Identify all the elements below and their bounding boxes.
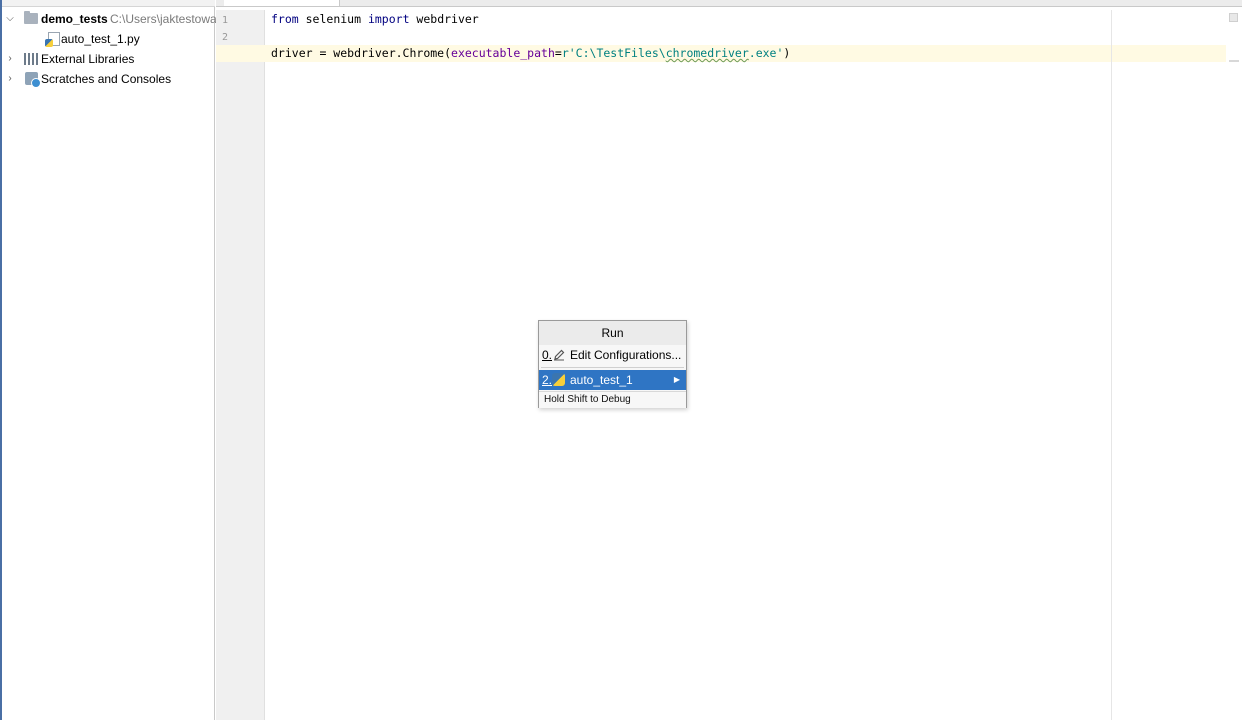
project-name: demo_tests — [41, 12, 108, 26]
string-literal-typo: chromedriver — [665, 46, 749, 60]
run-config-item-auto-test-1[interactable]: 2. auto_test_1 ▶ — [539, 370, 686, 390]
line-number-gutter: 1 2 3 — [216, 10, 265, 720]
code-text: driver = webdriver.Chrome( — [271, 46, 452, 60]
code-text: = — [554, 46, 562, 60]
project-toolbar — [2, 0, 215, 7]
string-literal: r' — [561, 46, 576, 60]
popup-title: Run — [539, 321, 686, 345]
tree-item-scratches[interactable]: › Scratches and Consoles — [2, 69, 215, 89]
separator — [541, 367, 684, 368]
editor-scrollbar[interactable] — [1226, 10, 1240, 720]
submenu-arrow-icon[interactable]: ▶ — [674, 370, 680, 390]
folder-icon — [24, 11, 38, 24]
run-popup: Run 0. Edit Configurations... 2. auto_te… — [538, 320, 687, 408]
line-number: 2 — [222, 32, 229, 43]
external-libraries-label: External Libraries — [41, 52, 135, 66]
code-line-3: driver = webdriver.Chrome(executable_pat… — [271, 45, 790, 62]
parameter-name: executable_path — [451, 46, 555, 60]
mnemonic: 0. — [542, 348, 553, 362]
project-tool-window: ⌵ demo_tests C:\Users\jaktestowa auto_te… — [0, 0, 217, 720]
pencil-icon — [554, 349, 565, 361]
editor-tab[interactable] — [224, 0, 340, 6]
project-path: C:\Users\jaktestowa — [110, 12, 217, 26]
hint-text: Hold Shift to Debug — [544, 394, 631, 405]
code-editor[interactable] — [265, 10, 1242, 720]
string-literal: C:\TestFiles\ — [575, 46, 666, 60]
tree-item-external-libraries[interactable]: › External Libraries — [2, 49, 215, 69]
python-icon — [552, 373, 565, 386]
right-margin-guide — [1111, 10, 1112, 720]
edit-configurations-item[interactable]: 0. Edit Configurations... — [539, 344, 686, 366]
editor-tab-strip — [216, 0, 1242, 7]
code-text: ) — [783, 46, 791, 60]
scrollbar-marker[interactable] — [1229, 60, 1239, 62]
edit-configurations-label: Edit Configurations... — [570, 348, 682, 362]
scratches-label: Scratches and Consoles — [41, 72, 172, 86]
module-name: selenium — [298, 12, 368, 26]
tree-item-file[interactable]: auto_test_1.py — [2, 29, 215, 49]
mnemonic: 2. — [542, 373, 553, 387]
chevron-right-icon[interactable]: › — [5, 69, 15, 89]
keyword: import — [367, 12, 410, 26]
run-config-label: auto_test_1 — [570, 373, 633, 387]
chevron-down-icon[interactable]: ⌵ — [5, 9, 15, 29]
line-number: 1 — [222, 15, 229, 26]
scratches-icon — [25, 72, 41, 88]
python-file-icon — [45, 32, 60, 47]
string-literal: .exe' — [748, 46, 784, 60]
tree-item-demo-tests[interactable]: ⌵ demo_tests C:\Users\jaktestowa — [2, 9, 217, 29]
file-name: auto_test_1.py — [61, 32, 140, 46]
keyword: from — [271, 12, 299, 26]
chevron-right-icon[interactable]: › — [5, 49, 15, 69]
import-name: webdriver — [409, 12, 479, 26]
library-icon — [24, 53, 38, 65]
popup-footer-hint: Hold Shift to Debug — [539, 391, 686, 408]
code-line-1: from selenium import webdriver — [271, 11, 479, 28]
inspection-status-icon[interactable] — [1229, 13, 1238, 22]
